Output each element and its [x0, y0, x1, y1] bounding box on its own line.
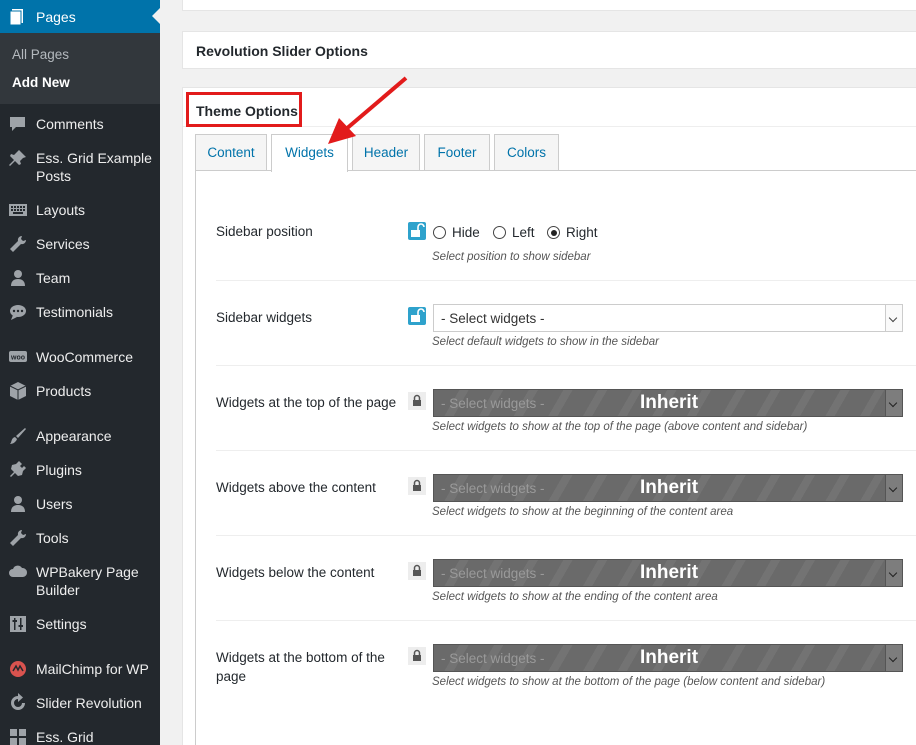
unlock-icon[interactable] [408, 307, 426, 325]
widgets-bottom-desc: Select widgets to show at the bottom of … [432, 676, 826, 688]
radio-left[interactable] [493, 226, 506, 239]
revolution-slider-metabox[interactable]: Revolution Slider Options [182, 31, 916, 69]
radio-label-right: Right [566, 225, 598, 240]
refresh-icon [11, 693, 25, 710]
row-divider [216, 450, 916, 451]
tab-colors[interactable]: Colors [494, 134, 559, 171]
sidebar-item-label: Layouts [36, 202, 86, 218]
grid-icon [10, 729, 26, 745]
widgets-tab-panel: Sidebar position Hide Left Right Select … [195, 170, 916, 745]
cloud-icon [9, 565, 28, 577]
lock-icon[interactable] [408, 562, 426, 580]
sidebar-widgets-label: Sidebar widgets [216, 310, 313, 325]
radio-label-left: Left [512, 225, 535, 240]
current-menu-arrow [152, 8, 160, 24]
mailchimp-icon [10, 661, 26, 677]
user-icon [11, 270, 25, 286]
pin-icon [9, 150, 26, 166]
inherit-overlay: Inherit [639, 477, 699, 498]
woocommerce-icon: woo [9, 351, 27, 362]
lock-icon[interactable] [408, 647, 426, 665]
tools-icon [10, 529, 27, 546]
widgets-top-select[interactable]: - Select widgets - Inherit [433, 389, 903, 417]
sidebar-item-label: Ess. Grid Example Posts [36, 150, 152, 184]
radio-label-hide: Hide [452, 225, 480, 240]
widgets-below-select[interactable]: - Select widgets - Inherit [433, 559, 903, 587]
submenu-all-pages[interactable]: All Pages [12, 47, 69, 62]
sidebar-item-label: Ess. Grid [36, 729, 94, 745]
chevron-down-icon [885, 645, 902, 671]
sliders-icon [10, 616, 26, 632]
tab-widgets[interactable]: Widgets [271, 134, 348, 172]
sidebar-item-label: Tools [36, 530, 69, 546]
widgets-bottom-label: Widgets at the bottom of the page [216, 650, 385, 684]
chevron-down-icon [885, 390, 902, 416]
sidebar-item-label: Services [36, 236, 90, 252]
widgets-above-label: Widgets above the content [216, 480, 376, 495]
radio-right[interactable] [547, 226, 560, 239]
widgets-top-desc: Select widgets to show at the top of the… [432, 421, 808, 433]
sidebar-position-desc: Select position to show sidebar [432, 251, 591, 263]
sidebar-item-label: Slider Revolution [36, 695, 142, 711]
sidebar-item-label: Testimonials [36, 304, 114, 320]
chevron-down-icon [885, 305, 902, 331]
lock-icon[interactable] [408, 392, 426, 410]
inherit-overlay: Inherit [639, 562, 699, 583]
sidebar-widgets-desc: Select default widgets to show in the si… [432, 336, 659, 348]
sidebar-item-label: Appearance [36, 428, 112, 444]
submenu-add-new[interactable]: Add New [12, 75, 70, 90]
sidebar-item-label: Products [36, 383, 92, 399]
row-divider [216, 365, 916, 366]
tab-header[interactable]: Header [352, 134, 420, 171]
pages-icon [9, 9, 23, 26]
theme-options-metabox: Theme Options Content Widgets Header Foo… [182, 87, 916, 745]
keyboard-icon [9, 204, 27, 216]
inherit-overlay: Inherit [639, 647, 699, 668]
widgets-below-label: Widgets below the content [216, 565, 375, 580]
sidebar-position-label: Sidebar position [216, 224, 313, 239]
chevron-down-icon [885, 475, 902, 501]
sidebar-item-label: Plugins [36, 462, 82, 478]
chevron-down-icon [885, 560, 902, 586]
metabox-title: Theme Options [196, 103, 298, 119]
tab-footer[interactable]: Footer [424, 134, 490, 171]
sidebar-item-label: Settings [36, 616, 87, 632]
sidebar-item-label: Users [36, 496, 73, 512]
svg-text:woo: woo [10, 355, 25, 362]
select-value: - Select widgets - [441, 311, 545, 326]
lock-icon[interactable] [408, 477, 426, 495]
row-divider [216, 535, 916, 536]
chat-icon [10, 305, 26, 320]
box-icon [9, 382, 27, 400]
row-divider [216, 620, 916, 621]
plug-icon [10, 461, 26, 477]
sidebar-item-label: Pages [36, 9, 76, 25]
user-icon [11, 496, 25, 512]
wrench-icon [10, 235, 27, 252]
comment-icon [10, 117, 25, 131]
pages-submenu: All Pages Add New [0, 33, 160, 104]
sidebar-item-label: Comments [36, 116, 104, 132]
widgets-above-desc: Select widgets to show at the beginning … [432, 506, 734, 518]
sidebar-widgets-select[interactable]: - Select widgets - [433, 304, 903, 332]
metabox-top [182, 0, 916, 11]
widgets-top-label: Widgets at the top of the page [216, 395, 397, 410]
sidebar-item-pages[interactable]: Pages [0, 0, 160, 33]
widgets-bottom-select[interactable]: - Select widgets - Inherit [433, 644, 903, 672]
widgets-above-select[interactable]: - Select widgets - Inherit [433, 474, 903, 502]
sidebar-item-label: WPBakery Page Builder [36, 564, 139, 598]
metabox-title: Revolution Slider Options [196, 43, 368, 59]
sidebar-item-label: WooCommerce [36, 349, 133, 365]
main-content: Revolution Slider Options Theme Options … [160, 0, 916, 745]
row-divider [216, 280, 916, 281]
radio-hide[interactable] [433, 226, 446, 239]
widgets-below-desc: Select widgets to show at the ending of … [432, 591, 718, 603]
sidebar-item-label: Team [36, 270, 71, 286]
sidebar-item-label: MailChimp for WP [36, 661, 149, 677]
inherit-overlay: Inherit [639, 392, 699, 413]
tab-content[interactable]: Content [195, 134, 267, 171]
brush-icon [10, 428, 26, 444]
admin-sidebar: Pages All Pages Add New Comments Ess. Gr… [0, 0, 160, 745]
unlock-icon[interactable] [408, 222, 426, 240]
